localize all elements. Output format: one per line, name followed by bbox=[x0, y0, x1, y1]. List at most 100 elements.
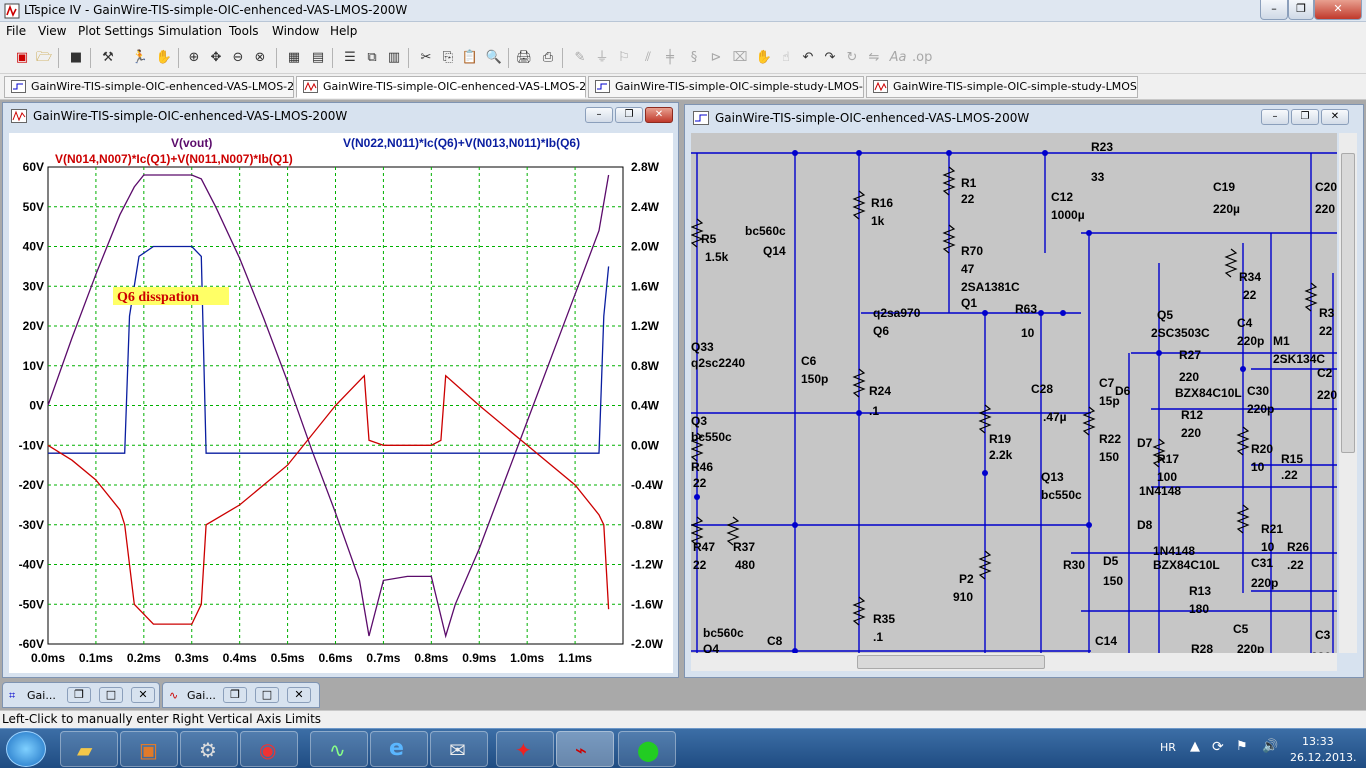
label-net-icon[interactable]: ⚐ bbox=[614, 48, 634, 68]
sync-icon[interactable]: ⟳ bbox=[1212, 739, 1224, 755]
restore-child-button[interactable]: ❐ bbox=[67, 687, 91, 703]
volume-icon[interactable]: 🔊 bbox=[1262, 739, 1278, 754]
component-label: .1 bbox=[869, 404, 879, 418]
close-child-button[interactable]: ✕ bbox=[287, 687, 311, 703]
trace-label-q1[interactable]: V(N014,N007)*Ic(Q1)+V(N011,N007)*Ib(Q1) bbox=[55, 152, 293, 166]
zoom-fit-icon[interactable]: ⊗ bbox=[250, 48, 270, 68]
component-icon[interactable]: ⌧ bbox=[730, 48, 750, 68]
menu-view[interactable]: View bbox=[38, 24, 66, 38]
menu-simulation[interactable]: Simulation bbox=[158, 24, 222, 38]
save-icon[interactable]: ■ bbox=[66, 48, 86, 68]
tab-waveform-enhenced[interactable]: GainWire-TIS-simple-OIC-enhenced-VAS-LMO… bbox=[296, 76, 586, 98]
text-icon[interactable]: Aa bbox=[888, 48, 908, 68]
waveform-window-titlebar[interactable]: GainWire-TIS-simple-OIC-enhenced-VAS-LMO… bbox=[3, 103, 678, 129]
grid-icon[interactable]: ▤ bbox=[308, 48, 328, 68]
tile-vertical-icon[interactable]: ▥ bbox=[384, 48, 404, 68]
minimize-child-button[interactable]: – bbox=[1261, 109, 1289, 125]
resistor-icon[interactable]: ⫽ bbox=[638, 48, 658, 68]
minimized-window-schematic[interactable]: ⌗ Gai... ❐ □ ✕ bbox=[2, 682, 160, 708]
tab-waveform-simple-study[interactable]: GainWire-TIS-simple-OIC-simple-study-LMO… bbox=[866, 76, 1138, 98]
minimize-child-button[interactable]: – bbox=[585, 107, 613, 123]
maximize-child-button[interactable]: □ bbox=[99, 687, 123, 703]
waveform-plot[interactable]: 60V 2.8W 50V 2.4W 40V 2.0W 30V 1.6W 20V 1.2W 10V 0.… bbox=[9, 133, 673, 673]
zoom-in-icon[interactable]: ⊕ bbox=[184, 48, 204, 68]
start-button[interactable] bbox=[6, 731, 46, 767]
undo-icon[interactable]: ↶ bbox=[798, 48, 818, 68]
menu-file[interactable]: File bbox=[6, 24, 26, 38]
annotation-q6-disspation[interactable]: Q6 disspation bbox=[117, 290, 199, 305]
taskbar-tool-icon[interactable]: ⚙ bbox=[180, 731, 238, 767]
zoom-out-icon[interactable]: ⊖ bbox=[228, 48, 248, 68]
restore-button[interactable]: ❐ bbox=[1288, 0, 1314, 20]
vertical-scroll-thumb[interactable] bbox=[1341, 153, 1355, 453]
autorange-icon[interactable]: ▦ bbox=[284, 48, 304, 68]
taskbar-green-app-icon[interactable]: ⬤ bbox=[618, 731, 676, 767]
component-label: 1000µ bbox=[1051, 208, 1085, 222]
paste-icon[interactable]: 📋 bbox=[460, 48, 480, 68]
tab-schematic-simple-study[interactable]: GainWire-TIS-simple-OIC-simple-study-LMO… bbox=[588, 76, 864, 98]
close-child-button[interactable]: ✕ bbox=[131, 687, 155, 703]
vertical-scrollbar[interactable] bbox=[1339, 133, 1357, 653]
move-icon[interactable]: ✋ bbox=[754, 48, 774, 68]
taskbar-scope-icon[interactable]: ∿ bbox=[310, 731, 368, 767]
trace-label-vout[interactable]: V(vout) bbox=[171, 136, 212, 150]
taskbar-app-icon[interactable]: ▣ bbox=[120, 731, 178, 767]
cascade-icon[interactable]: ⧉ bbox=[362, 48, 382, 68]
menu-help[interactable]: Help bbox=[330, 24, 357, 38]
plot-pane[interactable]: 60V 2.8W 50V 2.4W 40V 2.0W 30V 1.6W 20V 1.2W 10V 0.… bbox=[9, 133, 673, 673]
taskbar-lifebuoy-icon[interactable]: ◉ bbox=[240, 731, 298, 767]
ground-icon[interactable]: ⏚ bbox=[592, 48, 612, 68]
new-schematic-icon[interactable]: ▣ bbox=[12, 48, 32, 68]
copy-icon[interactable]: ⎘ bbox=[438, 48, 458, 68]
trace-label-q6[interactable]: V(N022,N011)*Ic(Q6)+V(N013,N011)*Ib(Q6) bbox=[343, 136, 580, 150]
tile-horizontal-icon[interactable]: ☰ bbox=[340, 48, 360, 68]
minimized-window-waveform[interactable]: ∿ Gai... ❐ □ ✕ bbox=[162, 682, 320, 708]
run-icon[interactable]: 🏃 bbox=[130, 48, 150, 68]
language-indicator[interactable]: HR bbox=[1160, 741, 1176, 754]
control-panel-icon[interactable]: ⚒ bbox=[98, 48, 118, 68]
taskbar-pdf-icon[interactable]: ✦ bbox=[496, 731, 554, 767]
minimize-button[interactable]: – bbox=[1260, 0, 1288, 20]
restore-child-button[interactable]: ❐ bbox=[615, 107, 643, 123]
cut-icon[interactable]: ✂ bbox=[416, 48, 436, 68]
taskbar-mail-icon[interactable]: ✉ bbox=[430, 731, 488, 767]
zoom-pan-icon[interactable]: ✥ bbox=[206, 48, 226, 68]
taskbar-internet-explorer-icon[interactable]: e bbox=[370, 731, 428, 767]
taskbar-ltspice-icon[interactable]: ⌁ bbox=[556, 731, 614, 767]
horizontal-scroll-thumb[interactable] bbox=[857, 655, 1045, 669]
close-child-button[interactable]: ✕ bbox=[1321, 109, 1349, 125]
pan-hand-icon[interactable]: ✋ bbox=[154, 48, 174, 68]
tab-schematic-enhenced[interactable]: GainWire-TIS-simple-OIC-enhenced-VAS-LMO… bbox=[4, 76, 294, 98]
print-icon[interactable]: ⎙ bbox=[538, 48, 558, 68]
mirror-icon[interactable]: ⇋ bbox=[864, 48, 884, 68]
menu-window[interactable]: Window bbox=[272, 24, 319, 38]
spice-directive-icon[interactable]: .op bbox=[912, 48, 932, 68]
print-preview-icon[interactable]: 🖨 bbox=[514, 48, 534, 68]
schematic-canvas[interactable]: R23 33 R1 22 C12 1000µ C19 220µ C20 220 R16 1k R70 47… bbox=[691, 133, 1337, 653]
taskbar-explorer-icon[interactable]: ▰ bbox=[60, 731, 118, 767]
y-right-tick-label: 1.2W bbox=[631, 319, 660, 333]
schematic-drawing[interactable]: R23 33 R1 22 C12 1000µ C19 220µ C20 220 R16 1k R70 47… bbox=[691, 133, 1337, 653]
restore-child-button[interactable]: ❐ bbox=[223, 687, 247, 703]
open-folder-icon[interactable]: 🗁 bbox=[34, 48, 54, 68]
maximize-child-button[interactable]: □ bbox=[255, 687, 279, 703]
inductor-icon[interactable]: § bbox=[684, 48, 704, 68]
capacitor-icon[interactable]: ╪ bbox=[660, 48, 680, 68]
clock-time[interactable]: 13:33 bbox=[1302, 735, 1334, 748]
schematic-window-titlebar[interactable]: GainWire-TIS-simple-OIC-enhenced-VAS-LMO… bbox=[685, 105, 1363, 131]
find-icon[interactable]: 🔍 bbox=[484, 48, 504, 68]
restore-child-button[interactable]: ❐ bbox=[1291, 109, 1319, 125]
wire-icon[interactable]: ✎ bbox=[570, 48, 590, 68]
clock-date[interactable]: 26.12.2013. bbox=[1290, 751, 1356, 764]
redo-icon[interactable]: ↷ bbox=[820, 48, 840, 68]
show-hidden-icons-icon[interactable]: ▲ bbox=[1190, 739, 1200, 754]
menu-plot-settings[interactable]: Plot Settings bbox=[78, 24, 154, 38]
close-button[interactable]: ✕ bbox=[1314, 0, 1362, 20]
drag-icon[interactable]: ☝ bbox=[776, 48, 796, 68]
action-center-icon[interactable]: ⚑ bbox=[1236, 739, 1248, 754]
horizontal-scrollbar[interactable] bbox=[691, 653, 1337, 671]
close-child-button[interactable]: ✕ bbox=[645, 107, 673, 123]
rotate-icon[interactable]: ↻ bbox=[842, 48, 862, 68]
diode-icon[interactable]: ⊳ bbox=[706, 48, 726, 68]
menu-tools[interactable]: Tools bbox=[229, 24, 259, 38]
